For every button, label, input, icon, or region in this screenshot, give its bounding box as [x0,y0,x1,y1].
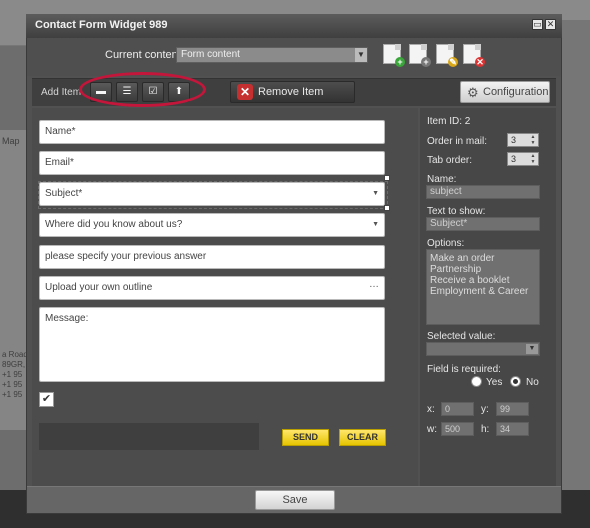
text-to-show-input[interactable]: Subject* [426,217,540,231]
caret-down-icon: ▼ [372,221,379,228]
address-postcode: 89GR, [2,360,26,369]
tab-order-stepper[interactable]: 3 ▲ ▼ [507,152,539,166]
highlight-ellipse [79,72,206,107]
configuration-button[interactable]: ⚙ Configuration [460,81,550,103]
close-icon[interactable]: ✕ [545,19,556,30]
resize-handle-top[interactable] [384,175,390,181]
option-item: Receive a booklet [430,275,510,286]
option-item: Partnership [430,264,482,275]
phone-3: +1 95 [2,390,23,399]
tab-order-label: Tab order: [427,155,473,166]
upload-field-label: Upload your own outline [45,282,153,293]
stepper-arrows-icon: ▲ ▼ [530,153,536,165]
order-in-mail-label: Order in mail: [427,136,488,147]
delete-content-icon[interactable]: ✕ [463,44,485,67]
options-label: Options: [427,238,465,249]
field-required-label: Field is required: [427,364,501,375]
configuration-label: Configuration [483,86,549,98]
background-side-panel [558,20,590,490]
minimize-icon[interactable]: ▭ [532,19,543,30]
chevron-down-icon: ▼ [526,344,538,354]
h-label: h: [481,424,490,435]
send-button[interactable]: SEND [282,429,329,446]
w-label: w: [427,424,437,435]
edit-content-icon[interactable]: ✎ [436,44,458,67]
name-label: Name: [427,174,457,185]
map-tab: Map [2,136,20,146]
options-textarea[interactable]: Make an order Partnership Receive a book… [426,249,540,325]
copy-content-icon[interactable]: + [409,44,431,67]
phone-2: +1 95 [2,380,23,389]
y-label: y: [481,404,489,415]
remove-item-label: Remove Item [258,86,324,98]
remove-item-button[interactable]: ✕ Remove Item [230,81,355,103]
tab-order-value: 3 [511,154,517,164]
add-item-label: Add Item [41,87,82,98]
required-yes-radio[interactable] [471,376,482,387]
remove-x-icon: ✕ [237,84,253,100]
x-input[interactable]: 0 [441,402,474,416]
upload-field[interactable]: Upload your own outline … [39,276,385,300]
h-input[interactable]: 34 [496,422,529,436]
name-input[interactable]: subject [426,185,540,199]
caret-down-icon: ▼ [372,190,379,197]
option-item: Employment & Career [430,286,529,297]
required-yes-label: Yes [486,377,503,388]
selected-value-label: Selected value: [427,331,496,342]
new-content-icon[interactable]: + [383,44,405,67]
w-input[interactable]: 500 [441,422,474,436]
subject-select-label: Subject* [45,188,83,199]
dialog-title: Contact Form Widget 989 [35,19,168,31]
option-item: Make an order [430,253,495,264]
send-message-area [39,423,259,450]
phone-1: +1 95 [2,370,23,379]
previous-answer-field[interactable]: please specify your previous answer [39,245,385,269]
chevron-down-icon[interactable]: ▼ [355,48,367,62]
name-field[interactable]: Name* [39,120,385,144]
newsletter-checkbox[interactable]: ✔ [39,392,54,407]
source-select[interactable]: Where did you know about us? ▼ [39,213,385,237]
order-in-mail-value: 3 [511,135,517,145]
message-field[interactable]: Message: [39,307,385,382]
selected-value-select[interactable]: ▼ [426,342,540,356]
email-field[interactable]: Email* [39,151,385,175]
current-content-select[interactable]: Form content [176,47,368,63]
x-label: x: [427,404,435,415]
required-no-radio[interactable] [510,376,521,387]
order-in-mail-stepper[interactable]: 3 ▲ ▼ [507,133,539,147]
subject-select[interactable]: Subject* ▼ [39,182,385,206]
stepper-arrows-icon: ▲ ▼ [530,134,536,146]
clear-button[interactable]: CLEAR [339,429,386,446]
resize-handle-bottom[interactable] [384,205,390,211]
source-select-label: Where did you know about us? [45,219,183,230]
item-id-label: Item ID: 2 [427,116,471,127]
save-button[interactable]: Save [255,490,335,510]
current-content-label: Current content: [105,49,184,61]
browse-icon: … [369,279,379,290]
text-to-show-label: Text to show: [427,206,486,217]
required-no-label: No [526,377,539,388]
y-input[interactable]: 99 [496,402,529,416]
gear-icon: ⚙ [467,85,479,100]
